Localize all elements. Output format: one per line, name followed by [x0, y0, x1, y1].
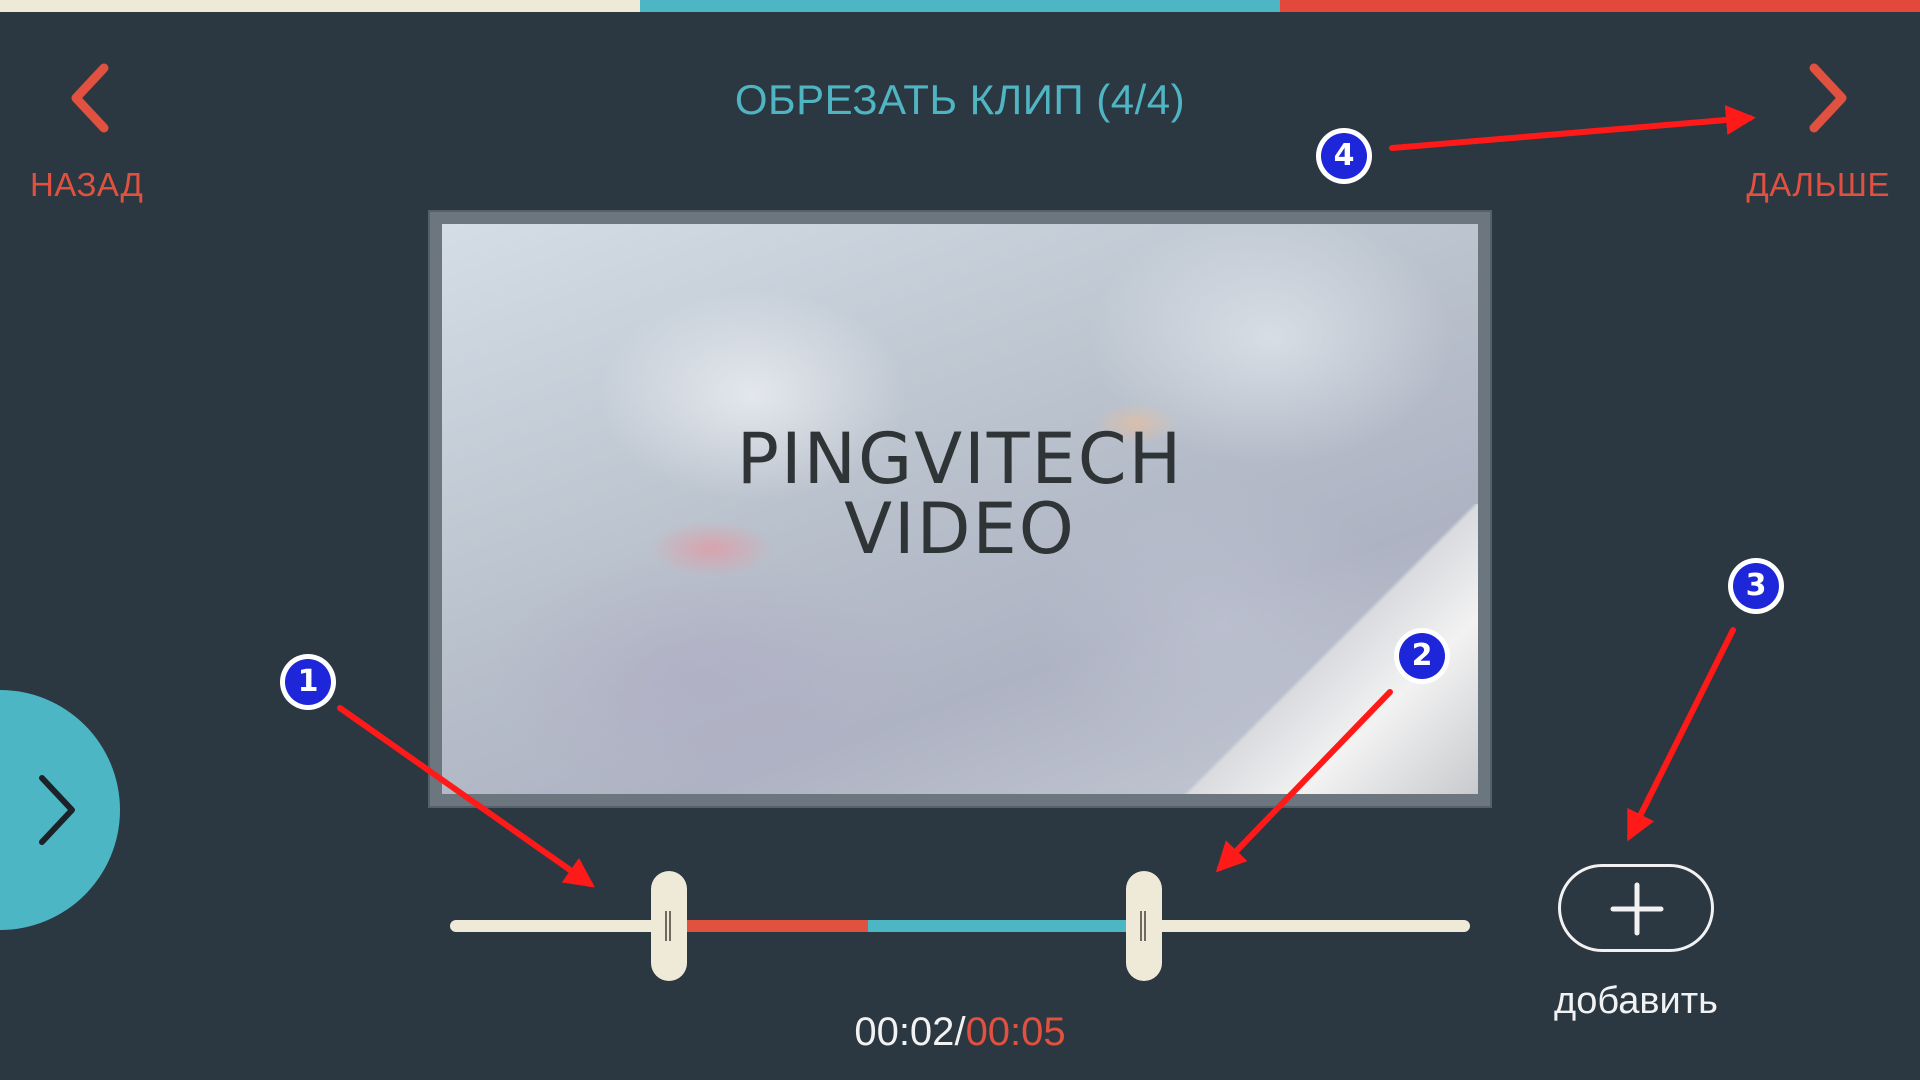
- arrow-2: [1215, 689, 1393, 873]
- annotation-marker-3: 3: [1728, 558, 1784, 614]
- marker-number: 3: [1733, 563, 1779, 609]
- marker-number: 4: [1321, 133, 1367, 179]
- annotation-arrows: [337, 105, 1756, 888]
- annotation-marker-1: 1: [280, 654, 336, 710]
- arrow-1: [337, 705, 595, 888]
- marker-number: 2: [1399, 633, 1445, 679]
- arrow-4: [1389, 105, 1756, 151]
- annotation-marker-4: 4: [1316, 128, 1372, 184]
- trim-clip-screen: НАЗАД ОБРЕЗАТЬ КЛИП (4/4) ДАЛЬШЕ PINGVIT…: [0, 0, 1920, 1080]
- annotation-marker-2: 2: [1394, 628, 1450, 684]
- marker-number: 1: [285, 659, 331, 705]
- arrow-3: [1627, 627, 1736, 842]
